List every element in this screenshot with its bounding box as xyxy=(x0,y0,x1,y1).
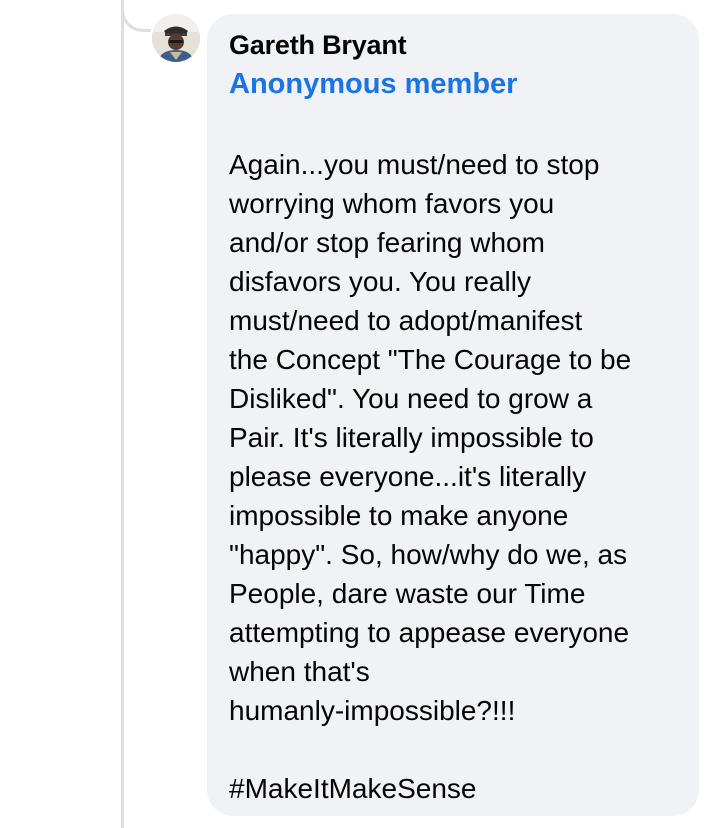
hashtag-link[interactable]: #MakeItMakeSense xyxy=(229,769,684,808)
comment-line: the Concept "The Courage to be xyxy=(229,344,632,375)
comment-line: humanly-impossible?!!! xyxy=(229,695,516,726)
comment-line: when that's xyxy=(229,656,370,687)
comment-line: impossible to make anyone xyxy=(229,500,569,531)
thread-line xyxy=(121,0,124,828)
thread-connector xyxy=(121,0,151,32)
comment-line: "happy". So, how/why do we, as xyxy=(229,539,628,570)
profile-photo-icon xyxy=(152,14,200,62)
comment-line: please everyone...it's literally xyxy=(229,461,587,492)
comment-line: Disliked". You need to grow a xyxy=(229,383,593,414)
comment-author-name[interactable]: Gareth Bryant xyxy=(229,30,407,61)
comment-line: worrying whom favors you xyxy=(229,188,555,219)
comment-line: disfavors you. You really xyxy=(229,266,531,297)
comment-line: Pair. It's literally impossible to xyxy=(229,422,594,453)
comment-line: and/or stop fearing whom xyxy=(229,227,545,258)
member-badge[interactable]: Anonymous member xyxy=(229,68,517,101)
comment-line: Again...you must/need to stop xyxy=(229,149,600,180)
avatar[interactable] xyxy=(152,14,200,62)
comment-body: Again...you must/need to stop worrying w… xyxy=(229,145,684,808)
comment-line: must/need to adopt/manifest xyxy=(229,305,583,336)
comment-line: People, dare waste our Time xyxy=(229,578,586,609)
comment-line: attempting to appease everyone xyxy=(229,617,630,648)
